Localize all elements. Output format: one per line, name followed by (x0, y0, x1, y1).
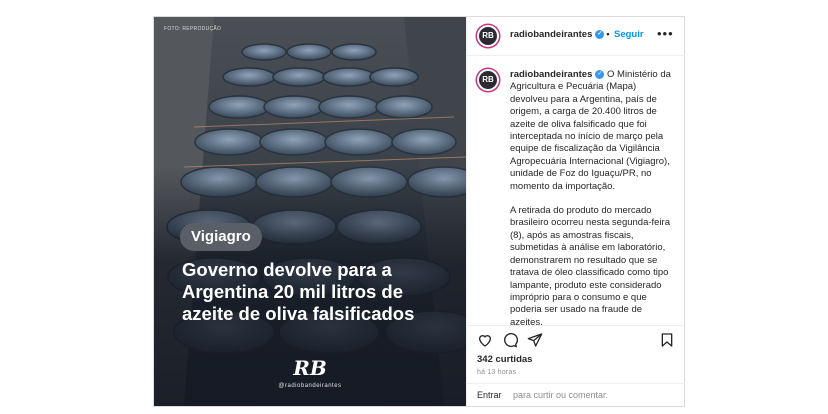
avatar-initials: RB (482, 31, 494, 40)
caption-body-1: O Ministério da Agricultura e Pecuária (… (510, 69, 671, 192)
caption-text: radiobandeirantes ✓ O Ministério da Agric… (510, 69, 675, 333)
comment-bar: Entrar para curtir ou comentar. (467, 383, 685, 407)
header-username-row: radiobandeirantes ✓ • (510, 29, 612, 40)
header-username[interactable]: radiobandeirantes (510, 29, 592, 40)
logo-caption: @radiobandeirantes (278, 383, 342, 389)
share-icon[interactable] (527, 332, 543, 348)
logo-initials: RB (292, 357, 327, 379)
caption-verified-icon: ✓ (595, 69, 605, 79)
action-bar (467, 325, 685, 350)
radio-bandeirantes-logo: RB (292, 357, 327, 379)
verified-icon: ✓ (595, 29, 605, 39)
image-headline: Governo devolve para a Argentina 20 mil … (182, 259, 415, 324)
bookmark-icon[interactable] (659, 332, 675, 348)
post-time[interactable]: há 13 horas (477, 369, 516, 376)
instagram-post: FOTO: REPRODUÇÃO Vigiagro Governo devolv… (153, 16, 685, 407)
like-count[interactable]: 342 curtidas (477, 354, 532, 365)
photo-credit: FOTO: REPRODUÇÃO (164, 26, 222, 32)
caption-avatar-initials: RB (482, 75, 494, 84)
caption-avatar[interactable]: RB (477, 69, 499, 91)
post-sidebar: RB radiobandeirantes ✓ • Seguir ••• RB rad… (466, 17, 685, 406)
follow-button[interactable]: Seguir (614, 29, 644, 40)
post-header: RB radiobandeirantes ✓ • Seguir ••• (467, 17, 685, 56)
comment-icon[interactable] (502, 332, 518, 348)
separator-dot: • (606, 29, 610, 39)
topic-tag: Vigiagro (180, 223, 262, 251)
caption-paragraph-2: A retirada do produto do mercado brasile… (510, 205, 671, 328)
caption-area: RB radiobandeirantes ✓ O Ministério da Ag… (467, 55, 685, 333)
caption-username[interactable]: radiobandeirantes (510, 69, 592, 80)
login-link[interactable]: Entrar (477, 390, 502, 400)
caption-paragraph-1: radiobandeirantes ✓ O Ministério da Agric… (510, 69, 675, 193)
more-options-icon[interactable]: ••• (657, 26, 674, 41)
comment-prompt: para curtir ou comentar. (513, 390, 609, 400)
avatar[interactable]: RB (477, 25, 499, 47)
heart-icon[interactable] (477, 332, 493, 348)
post-image[interactable]: FOTO: REPRODUÇÃO Vigiagro Governo devolv… (154, 17, 466, 406)
